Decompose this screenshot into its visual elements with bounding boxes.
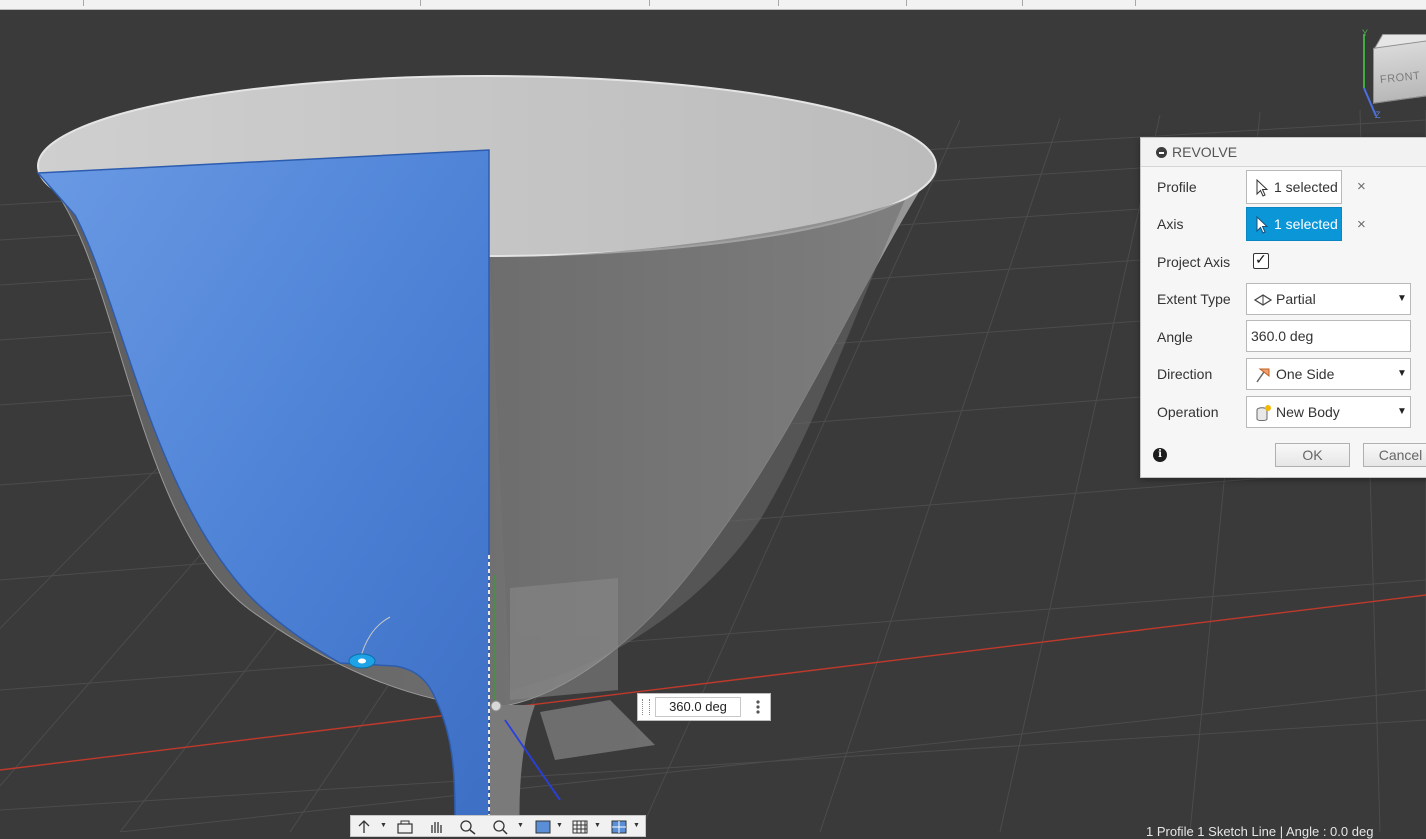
direction-value: One Side	[1276, 366, 1335, 382]
axis-clear-button[interactable]: ×	[1357, 216, 1366, 233]
viewcube-y-label: Y	[1362, 28, 1369, 38]
look-at-icon[interactable]	[396, 819, 414, 835]
origin-point	[490, 700, 502, 712]
extent-type-dropdown[interactable]: Partial ▼	[1246, 283, 1411, 315]
viewcube-z-label: Z	[1375, 110, 1381, 120]
ok-button[interactable]: OK	[1275, 443, 1350, 467]
operation-dropdown[interactable]: New Body ▼	[1246, 396, 1411, 428]
project-axis-checkbox[interactable]: ✓	[1253, 251, 1269, 269]
more-options-icon[interactable]	[750, 698, 766, 716]
dialog-header: REVOLVE	[1141, 138, 1426, 167]
chevron-down-icon: ▼	[1397, 293, 1407, 304]
revolve-dialog: REVOLVE Profile 1 selected × Axis 1 sele…	[1140, 137, 1426, 478]
cursor-icon	[1256, 216, 1269, 234]
info-icon[interactable]: i	[1153, 448, 1167, 462]
chevron-down-icon[interactable]: ▼	[380, 822, 387, 829]
viewports-icon[interactable]	[610, 819, 628, 835]
profile-select-value: 1 selected	[1274, 179, 1338, 195]
chevron-down-icon[interactable]: ▼	[633, 822, 640, 829]
display-settings-icon[interactable]	[534, 819, 552, 835]
orbit-icon[interactable]	[355, 819, 373, 835]
grid-icon[interactable]	[571, 819, 589, 835]
chevron-down-icon[interactable]: ▼	[517, 822, 524, 829]
chevron-down-icon: ▼	[1397, 368, 1407, 379]
drag-grip-icon[interactable]	[642, 699, 650, 715]
zoom-icon[interactable]	[459, 819, 477, 835]
axis-select-button[interactable]: 1 selected	[1246, 207, 1342, 241]
angle-label: Angle	[1157, 329, 1193, 345]
axis-select-value: 1 selected	[1274, 216, 1338, 232]
cancel-button[interactable]: Cancel	[1363, 443, 1426, 467]
operation-label: Operation	[1157, 404, 1219, 420]
axis-label: Axis	[1157, 216, 1184, 232]
cursor-icon	[1256, 179, 1269, 197]
collapse-icon[interactable]	[1156, 147, 1167, 158]
canvas-angle-value[interactable]: 360.0 deg	[655, 697, 741, 717]
operation-value: New Body	[1276, 404, 1340, 420]
angle-input[interactable]: 360.0 deg	[1246, 320, 1411, 352]
chevron-down-icon[interactable]: ▼	[556, 822, 563, 829]
dialog-title: REVOLVE	[1172, 144, 1238, 160]
navigation-toolbar: ▼ ▼ ▼ ▼ ▼	[350, 815, 646, 837]
canvas-angle-input[interactable]: 360.0 deg	[637, 693, 771, 721]
checkmark-icon: ✓	[1255, 251, 1267, 267]
chevron-down-icon[interactable]: ▼	[594, 822, 601, 829]
direction-label: Direction	[1157, 366, 1213, 382]
chevron-down-icon: ▼	[1397, 406, 1407, 417]
extent-type-label: Extent Type	[1157, 291, 1231, 307]
project-axis-label: Project Axis	[1157, 254, 1231, 270]
direction-dropdown[interactable]: One Side ▼	[1246, 358, 1411, 390]
new-body-icon	[1256, 405, 1271, 421]
title-strip	[0, 0, 1426, 10]
extent-type-value: Partial	[1276, 291, 1316, 307]
profile-select-button[interactable]: 1 selected	[1246, 170, 1342, 204]
partial-extent-icon	[1254, 294, 1272, 306]
profile-clear-button[interactable]: ×	[1357, 178, 1366, 195]
pan-icon[interactable]	[428, 819, 446, 835]
viewcube[interactable]: FRONT Y Z	[1356, 28, 1426, 124]
profile-label: Profile	[1157, 179, 1197, 195]
one-side-icon	[1256, 368, 1270, 383]
fit-icon[interactable]	[491, 819, 509, 835]
